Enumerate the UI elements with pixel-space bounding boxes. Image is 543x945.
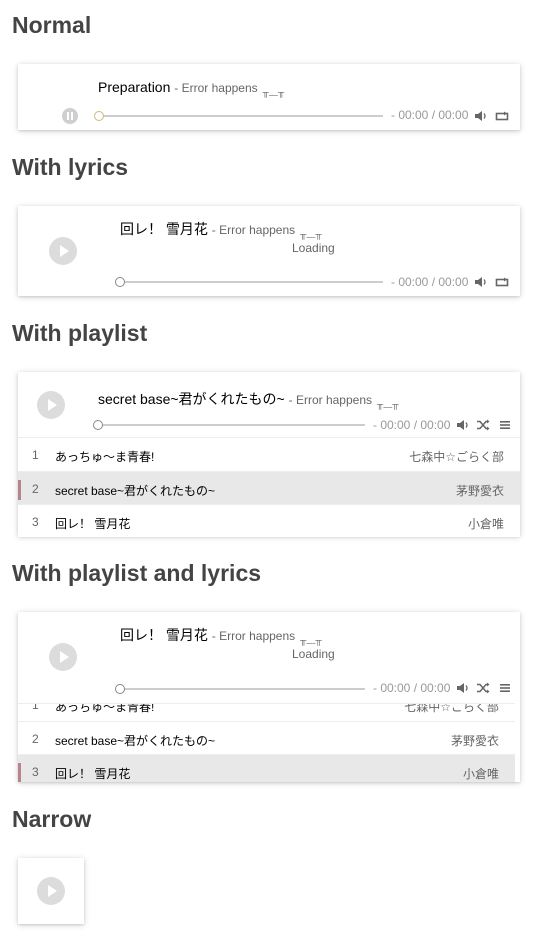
track-index: 2 (32, 482, 39, 496)
play-button[interactable] (37, 391, 65, 419)
progress-thumb[interactable] (115, 277, 125, 287)
player-normal: Preparation - Error happens ╥﹏╥ - 00:00 … (18, 64, 520, 130)
author-emote: ╥﹏╥ (300, 635, 322, 645)
track-name: secret base~君がくれたもの~ (55, 734, 216, 748)
play-icon (60, 245, 69, 257)
progress-thumb[interactable] (93, 420, 103, 430)
track-artist: 七森中☆ごらく部 (404, 703, 499, 714)
menu-icon[interactable] (498, 418, 512, 432)
lyrics-loading: Loading (292, 647, 335, 661)
progress-thumb[interactable] (94, 111, 104, 121)
play-icon (60, 651, 69, 663)
playlist[interactable]: 1 あっちゅ～ま青春! 七森中☆ごらく部 2 secret base~君がくれたもの~ 茅… (18, 703, 515, 782)
track-index: 3 (32, 515, 39, 529)
track-index: 1 (32, 448, 39, 462)
playlist-rows: 1 あっちゅ～ま青春! 七森中☆ごらく部 2 secret base~君がくれたもの~ 茅… (18, 703, 515, 782)
track-artist: 七森中☆ごらく部 (409, 450, 504, 464)
playlist-rows: 1 あっちゅ～ま青春! 七森中☆ごらく部 2 secret base~君がくれたもの~ 茅… (18, 438, 520, 537)
time-readout: - 00:00 / 00:00 (373, 681, 451, 695)
section-heading-lyrics: With lyrics (12, 154, 129, 180)
track-name: 回レ！ 雪月花 (55, 767, 131, 781)
time-readout: - 00:00 / 00:00 (373, 418, 451, 432)
playlist: 1 あっちゅ～ま青春! 七森中☆ごらく部 2 secret base~君がくれたもの~ 茅… (18, 437, 520, 537)
playlist-item[interactable]: 2 secret base~君がくれたもの~ 茅野愛衣 (18, 471, 520, 504)
section-heading-normal: Normal (12, 12, 92, 38)
song-author: - Error happens (174, 81, 258, 95)
play-icon (48, 885, 57, 897)
track-name: secret base~君がくれたもの~ (55, 484, 216, 498)
progress-bar[interactable] (99, 115, 383, 117)
song-title: 回レ！ 雪月花 (120, 221, 208, 237)
play-icon (48, 399, 57, 411)
volume-icon[interactable] (456, 418, 470, 432)
track-artist: 小倉唯 (467, 517, 504, 531)
player-narrow (18, 858, 84, 924)
playlist-item[interactable]: 1 あっちゅ～ま青春! 七森中☆ごらく部 (18, 438, 520, 471)
track-artist: 小倉唯 (462, 767, 499, 781)
song-title: secret base~君がくれたもの~ (98, 391, 285, 407)
song-title-line: 回レ！ 雪月花 - Error happens ╥﹏╥ (120, 625, 322, 646)
play-button[interactable] (37, 877, 65, 905)
progress-bar[interactable] (120, 688, 365, 690)
play-button[interactable] (49, 237, 77, 265)
pause-button[interactable] (62, 108, 78, 124)
shuffle-icon[interactable] (476, 418, 490, 432)
player-lyrics: 回レ！ 雪月花 - Error happens ╥﹏╥ Loading - 00… (18, 206, 520, 296)
volume-icon[interactable] (456, 681, 470, 695)
author-emote: ╥﹏╥ (376, 399, 399, 409)
loop-icon[interactable] (495, 109, 509, 123)
playlist-item[interactable]: 3 回レ！ 雪月花 小倉唯 (18, 504, 520, 537)
shuffle-icon[interactable] (476, 681, 490, 695)
song-title-line: 回レ！ 雪月花 - Error happens ╥﹏╥ (120, 219, 322, 240)
song-author: - Error happens (211, 629, 296, 643)
section-heading-playlist-lyrics: With playlist and lyrics (12, 560, 262, 586)
player-playlist-lyrics: 回レ！ 雪月花 - Error happens ╥﹏╥ Loading - 00… (18, 612, 520, 782)
time-readout: - 00:00 / 00:00 (391, 108, 469, 122)
track-name: あっちゅ～ま青春! (55, 703, 155, 714)
playlist-item[interactable]: 3 回レ！ 雪月花 小倉唯 (18, 754, 515, 782)
track-index: 2 (32, 732, 39, 746)
author-emote: ╥﹏╥ (262, 87, 285, 97)
loop-icon[interactable] (495, 275, 509, 289)
section-heading-narrow: Narrow (12, 806, 92, 832)
song-title-line: secret base~君がくれたもの~ - Error happens ╥﹏╥ (98, 389, 399, 410)
menu-icon[interactable] (498, 681, 512, 695)
song-title: Preparation (98, 79, 171, 95)
pause-icon (67, 112, 73, 120)
track-index: 3 (32, 765, 39, 779)
song-author: - Error happens (211, 223, 296, 237)
play-button[interactable] (49, 643, 77, 671)
volume-icon[interactable] (474, 109, 488, 123)
time-readout: - 00:00 / 00:00 (391, 275, 469, 289)
player-playlist: secret base~君がくれたもの~ - Error happens ╥﹏╥… (18, 372, 520, 537)
track-name: 回レ！ 雪月花 (55, 517, 131, 531)
song-author: - Error happens (288, 393, 372, 407)
track-artist: 茅野愛衣 (455, 484, 504, 498)
song-title: 回レ！ 雪月花 (120, 627, 208, 643)
progress-bar[interactable] (120, 281, 383, 283)
song-title-line: Preparation - Error happens ╥﹏╥ (98, 79, 284, 98)
playlist-item[interactable]: 2 secret base~君がくれたもの~ 茅野愛衣 (18, 721, 515, 754)
track-artist: 茅野愛衣 (450, 734, 499, 748)
track-name: あっちゅ～ま青春! (55, 450, 155, 464)
volume-icon[interactable] (474, 275, 488, 289)
author-emote: ╥﹏╥ (300, 229, 322, 239)
lyrics-loading: Loading (292, 241, 335, 255)
progress-bar[interactable] (98, 424, 365, 426)
track-index: 1 (32, 703, 39, 712)
playlist-item[interactable]: 1 あっちゅ～ま青春! 七森中☆ごらく部 (18, 703, 515, 721)
progress-thumb[interactable] (115, 684, 125, 694)
section-heading-playlist: With playlist (12, 320, 148, 346)
